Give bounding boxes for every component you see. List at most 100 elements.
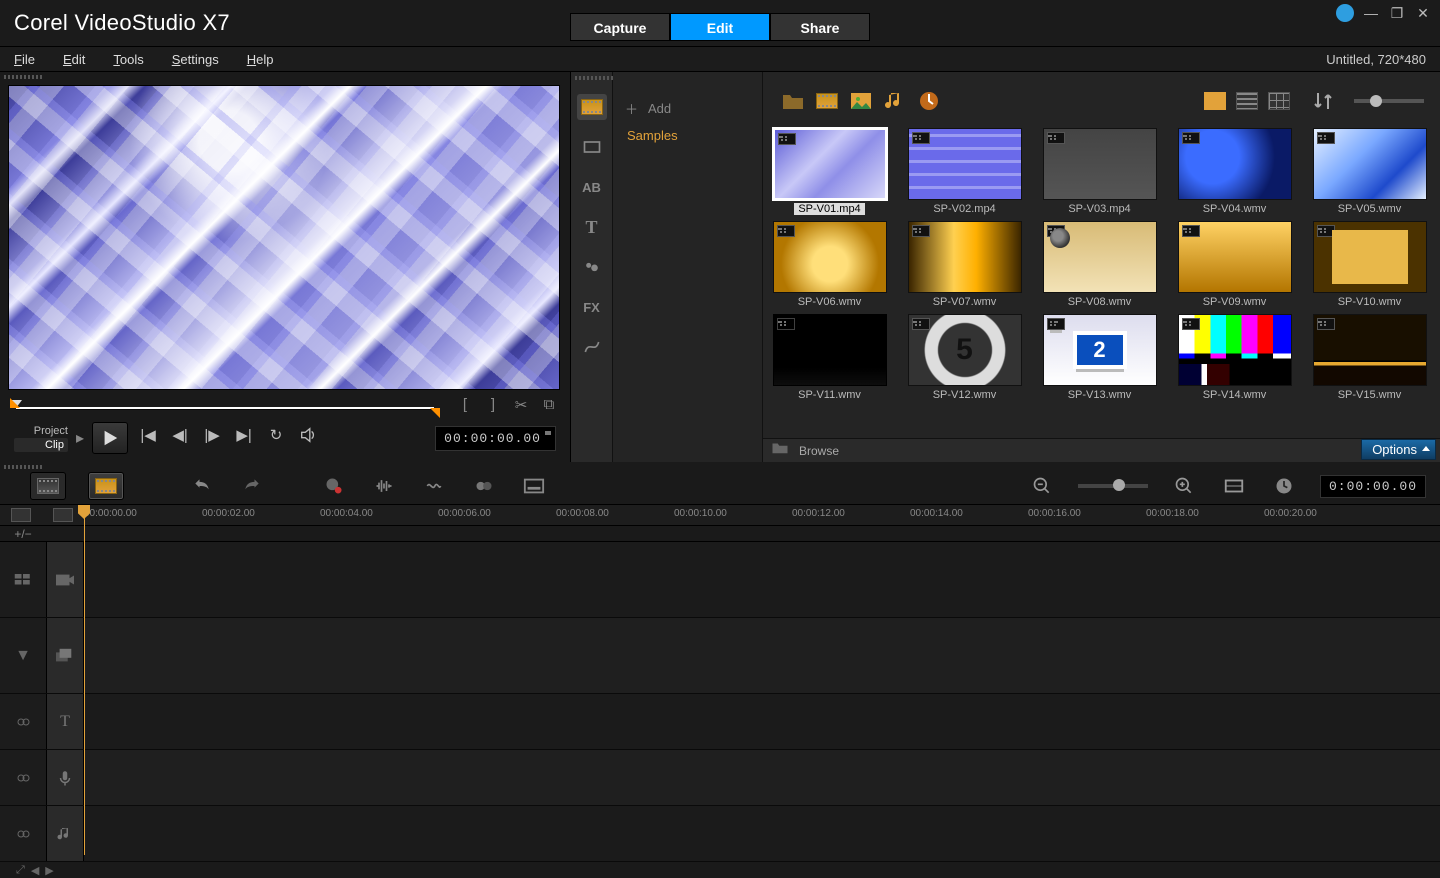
sort-icon[interactable] xyxy=(1312,91,1336,111)
scrub-bar[interactable] xyxy=(10,398,448,416)
folder-samples[interactable]: Samples xyxy=(613,122,762,150)
scroll-left-icon[interactable]: ◀ xyxy=(31,864,39,877)
ruler-toggle-a-icon[interactable] xyxy=(11,508,31,522)
zoom-in-button[interactable] xyxy=(1170,474,1198,498)
undo-button[interactable] xyxy=(188,474,216,498)
subtitle-button[interactable] xyxy=(520,474,548,498)
clip-item[interactable]: SP-V02.mp4 xyxy=(902,128,1027,215)
category-path-icon[interactable] xyxy=(577,334,607,360)
menu-help[interactable]: Help xyxy=(233,52,288,67)
restore-icon[interactable]: ❐ xyxy=(1388,4,1406,22)
track-manager-icon[interactable] xyxy=(0,542,46,617)
project-duration-icon[interactable] xyxy=(1270,474,1298,498)
panel-grip-icon[interactable] xyxy=(575,76,615,80)
category-transition-icon[interactable]: AB xyxy=(577,174,607,200)
end-button[interactable]: ▶| xyxy=(232,426,256,450)
web-icon[interactable] xyxy=(1336,4,1354,22)
mark-out-button[interactable]: ] xyxy=(482,396,504,418)
menu-file[interactable]: File xyxy=(0,52,49,67)
redo-button[interactable] xyxy=(238,474,266,498)
clip-item[interactable]: SP-V07.wmv xyxy=(902,221,1027,308)
track-enable-icon[interactable] xyxy=(0,806,46,861)
thumb-size-slider[interactable] xyxy=(1354,99,1424,103)
clip-item[interactable]: SP-V01.mp4 xyxy=(767,128,892,215)
clip-item[interactable]: SP-V15.wmv xyxy=(1307,314,1432,401)
filter-photo-icon[interactable] xyxy=(849,91,873,111)
category-filter-icon[interactable]: FX xyxy=(577,294,607,320)
track-enable-icon[interactable] xyxy=(0,750,46,805)
ruler-toggle-b-icon[interactable] xyxy=(53,508,73,522)
add-track-button[interactable]: +/− xyxy=(0,527,46,541)
audio-mixer-button[interactable] xyxy=(370,474,398,498)
clip-item[interactable]: SP-V04.wmv xyxy=(1172,128,1297,215)
track-music[interactable] xyxy=(0,806,1440,862)
track-title-icon[interactable]: T xyxy=(46,694,84,749)
snapshot-icon[interactable]: ⧉ xyxy=(538,396,560,418)
repeat-button[interactable]: ↻ xyxy=(264,426,288,450)
auto-music-button[interactable] xyxy=(420,474,448,498)
track-title[interactable]: T xyxy=(0,694,1440,750)
clip-item[interactable]: SP-V09.wmv xyxy=(1172,221,1297,308)
category-graphic-icon[interactable] xyxy=(577,254,607,280)
track-expand-icon[interactable]: ▼ xyxy=(0,618,46,693)
tab-share[interactable]: Share xyxy=(770,13,870,41)
category-title-icon[interactable]: T xyxy=(577,214,607,240)
clip-item[interactable]: SP-V03.mp4 xyxy=(1037,128,1162,215)
clip-item[interactable]: SP-V05.wmv xyxy=(1307,128,1432,215)
zoom-out-button[interactable] xyxy=(1028,474,1056,498)
filter-free-icon[interactable] xyxy=(917,91,941,111)
clip-item[interactable]: 5SP-V12.wmv xyxy=(902,314,1027,401)
record-button[interactable] xyxy=(320,474,348,498)
mark-out-handle[interactable] xyxy=(430,408,440,418)
browse-button[interactable]: Browse xyxy=(799,444,839,458)
clip-item[interactable]: SP-V11.wmv xyxy=(767,314,892,401)
zoom-slider[interactable] xyxy=(1078,484,1148,488)
timeline-timecode[interactable]: 0:00:00.00 xyxy=(1320,475,1426,498)
track-overlay-icon[interactable] xyxy=(46,618,84,693)
clip-item[interactable]: SP-V06.wmv xyxy=(767,221,892,308)
preview-canvas[interactable] xyxy=(8,85,560,390)
import-folder-icon[interactable] xyxy=(781,91,805,111)
track-overlay[interactable]: ▼ xyxy=(0,618,1440,694)
clip-item[interactable]: SP-V10.wmv xyxy=(1307,221,1432,308)
menu-settings[interactable]: Settings xyxy=(158,52,233,67)
mark-in-button[interactable]: [ xyxy=(454,396,476,418)
track-voice[interactable] xyxy=(0,750,1440,806)
menu-tools[interactable]: Tools xyxy=(99,52,157,67)
home-button[interactable]: |◀ xyxy=(136,426,160,450)
volume-button[interactable] xyxy=(296,426,320,450)
cut-icon[interactable]: ✂ xyxy=(510,396,532,418)
track-voice-icon[interactable] xyxy=(46,750,84,805)
fit-project-button[interactable] xyxy=(1220,474,1248,498)
panel-grip-icon[interactable] xyxy=(4,75,44,79)
prev-frame-button[interactable]: ◀| xyxy=(168,426,192,450)
view-thumb-icon[interactable] xyxy=(1204,92,1226,110)
scroll-options-icon[interactable]: ⤢ xyxy=(16,864,25,877)
menu-edit[interactable]: Edit xyxy=(49,52,99,67)
panel-grip-icon[interactable] xyxy=(4,465,44,469)
tab-capture[interactable]: Capture xyxy=(570,13,670,41)
add-folder-button[interactable]: ＋ Add xyxy=(613,94,762,122)
category-instant-icon[interactable] xyxy=(577,134,607,160)
play-button[interactable] xyxy=(92,422,128,454)
clip-item[interactable]: SP-V08.wmv xyxy=(1037,221,1162,308)
tab-edit[interactable]: Edit xyxy=(670,13,770,41)
track-video[interactable] xyxy=(0,542,1440,618)
track-video-icon[interactable] xyxy=(46,542,84,617)
category-media-icon[interactable] xyxy=(577,94,607,120)
mode-collapse-icon[interactable]: ▸ xyxy=(76,428,84,448)
browse-icon[interactable] xyxy=(771,441,789,460)
track-motion-button[interactable] xyxy=(470,474,498,498)
next-frame-button[interactable]: |▶ xyxy=(200,426,224,450)
scroll-right-icon[interactable]: ▶ xyxy=(45,864,53,877)
close-icon[interactable]: ✕ xyxy=(1414,4,1432,22)
preview-mode-toggle[interactable]: Project Clip xyxy=(14,424,68,452)
filter-audio-icon[interactable] xyxy=(883,91,907,111)
track-music-icon[interactable] xyxy=(46,806,84,861)
view-list-icon[interactable] xyxy=(1236,92,1258,110)
clip-item[interactable]: 2SP-V13.wmv xyxy=(1037,314,1162,401)
timeline-ruler[interactable]: 00:00:00.0000:00:02.0000:00:04.0000:00:0… xyxy=(0,504,1440,526)
view-grid-icon[interactable] xyxy=(1268,92,1290,110)
track-enable-icon[interactable] xyxy=(0,694,46,749)
preview-timecode[interactable]: 00:00:00.00 xyxy=(435,426,556,451)
